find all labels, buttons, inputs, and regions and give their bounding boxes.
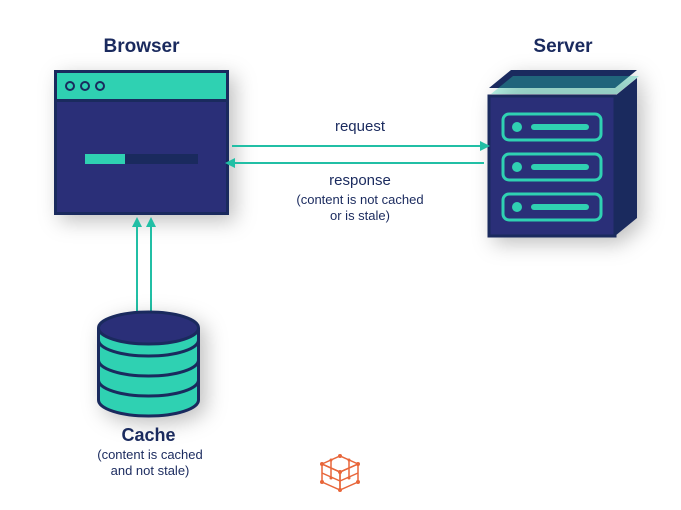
progress-bar-fill (85, 154, 125, 164)
browser-frame (54, 70, 229, 215)
browser-title: Browser (54, 36, 229, 58)
server-rack (487, 68, 639, 238)
response-sublabel: (content is not cachedor is stale) (280, 192, 440, 225)
cache-title: Cache (96, 425, 201, 446)
decorative-cube-icon (316, 450, 366, 495)
response-label: response (300, 172, 420, 189)
cache-store (96, 310, 201, 418)
window-dot-icon (65, 81, 75, 91)
request-label: request (300, 118, 420, 135)
browser-window (54, 70, 229, 215)
cache-sublabel: (content is cachedand not stale) (70, 447, 230, 480)
server-icon (487, 68, 639, 238)
cache-arrow-line-left (136, 222, 138, 311)
progress-bar-track (85, 154, 198, 164)
cache-arrowhead-right-icon (146, 217, 156, 227)
window-dot-icon (95, 81, 105, 91)
browser-titlebar (57, 73, 226, 102)
cache-icon (96, 310, 201, 418)
cache-arrowhead-left-icon (132, 217, 142, 227)
browser-viewport (57, 102, 226, 212)
window-dot-icon (80, 81, 90, 91)
response-arrowhead-icon (225, 158, 235, 168)
request-arrowhead-icon (480, 141, 490, 151)
server-title: Server (487, 36, 639, 58)
request-arrow-line (232, 145, 484, 147)
response-arrow-line (232, 162, 484, 164)
cache-arrow-line-right (150, 222, 152, 311)
